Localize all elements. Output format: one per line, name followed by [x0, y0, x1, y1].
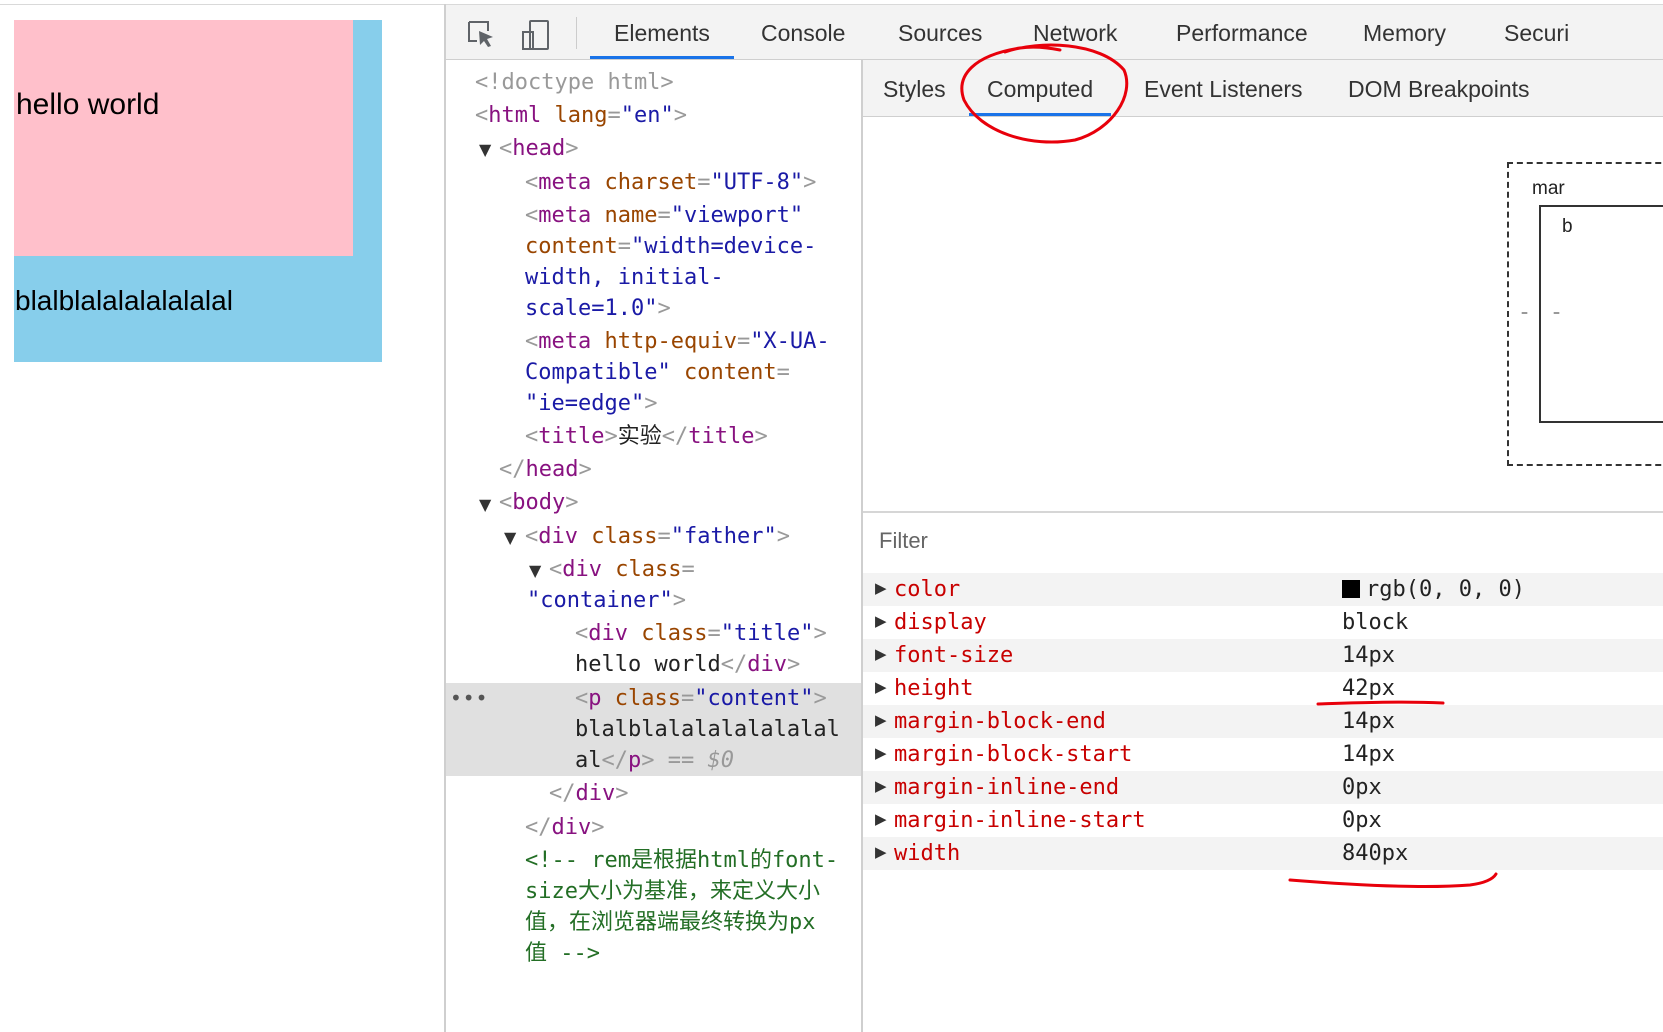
tab-security[interactable]: Securi	[1504, 5, 1569, 59]
computed-row-width[interactable]: ▶ width 840px	[863, 837, 1663, 870]
p-content-node[interactable]: <p class="content">	[575, 684, 827, 714]
collapse-triangle-icon[interactable]: ▼	[479, 495, 491, 514]
tab-memory[interactable]: Memory	[1363, 5, 1446, 59]
filter-bar	[863, 513, 1663, 569]
computed-row-margin-block-start[interactable]: ▶ margin-block-start 14px	[863, 738, 1663, 771]
tab-elements[interactable]: Elements	[590, 5, 734, 59]
tab-computed[interactable]: Computed	[968, 60, 1112, 116]
devtools-toolbar: Elements Console Sources Network Perform…	[446, 5, 1663, 60]
devtools-border	[444, 4, 446, 1032]
div-title-text: hello world</div>	[575, 652, 801, 677]
inspect-element-icon[interactable]	[466, 19, 496, 49]
tab-sources[interactable]: Sources	[898, 5, 982, 59]
tab-console[interactable]: Console	[761, 5, 845, 59]
tab-dom-breakpoints[interactable]: DOM Breakpoints	[1348, 60, 1530, 116]
collapse-triangle-icon[interactable]: ▼	[504, 528, 516, 547]
title-node[interactable]: <title>实验</title>	[525, 422, 768, 452]
expand-triangle-icon[interactable]: ▶	[875, 711, 887, 729]
meta-charset-node[interactable]: <meta charset="UTF-8">	[525, 168, 816, 198]
title-box	[14, 20, 353, 256]
width-value-underline-annotation	[1288, 872, 1498, 888]
meta-viewport-content-end: scale=1.0">	[525, 296, 671, 321]
computed-row-height[interactable]: ▶ height 42px	[863, 672, 1663, 705]
computed-row-margin-inline-end[interactable]: ▶ margin-inline-end 0px	[863, 771, 1663, 804]
tab-performance[interactable]: Performance	[1176, 5, 1308, 59]
body-node[interactable]: <body>	[499, 488, 578, 518]
comment-line-2: size大小为基准，来定义大小	[525, 879, 820, 904]
tab-network[interactable]: Network	[1033, 5, 1117, 59]
computed-row-font-size[interactable]: ▶ font-size 14px	[863, 639, 1663, 672]
styles-subtabs: Styles Computed Event Listeners DOM Brea…	[863, 60, 1663, 117]
comment-node[interactable]: <!-- rem是根据html的font-	[525, 846, 838, 876]
expand-triangle-icon[interactable]: ▶	[875, 810, 887, 828]
expand-triangle-icon[interactable]: ▶	[875, 843, 887, 861]
tab-styles[interactable]: Styles	[883, 60, 946, 116]
meta-http-equiv-cont: Compatible" content=	[525, 360, 790, 385]
hello-world-text: hello world	[16, 88, 160, 121]
meta-viewport-content-cont: width, initial-	[525, 265, 724, 290]
div-title-node[interactable]: <div class="title">	[575, 619, 827, 649]
p-content-text: blalblalalalalalalal	[575, 717, 840, 742]
box-model-border-left-value[interactable]: –	[1553, 305, 1560, 321]
computed-row-display[interactable]: ▶ display block	[863, 606, 1663, 639]
meta-http-equiv-end: "ie=edge">	[525, 391, 658, 416]
div-container-class-value: "container">	[527, 588, 686, 613]
box-model-border-label: b	[1562, 216, 1573, 237]
div-father-close[interactable]: </div>	[525, 813, 605, 843]
meta-viewport-content: content="width=device-	[525, 234, 817, 259]
content-paragraph-text: blalblalalalalalalal	[15, 285, 233, 316]
expand-triangle-icon[interactable]: ▶	[875, 744, 887, 762]
expand-triangle-icon[interactable]: ▶	[875, 612, 887, 630]
expand-triangle-icon[interactable]: ▶	[875, 678, 887, 696]
html-node[interactable]: <html lang="en">	[475, 101, 687, 131]
div-container-node[interactable]: <div class=	[549, 555, 695, 585]
collapse-triangle-icon[interactable]: ▼	[479, 140, 491, 159]
box-model-margin-left-value[interactable]: –	[1521, 305, 1528, 321]
computed-row-color[interactable]: ▶ color rgb(0, 0, 0)	[863, 573, 1663, 606]
tab-event-listeners[interactable]: Event Listeners	[1144, 60, 1303, 116]
device-toolbar-icon[interactable]	[520, 19, 550, 50]
toolbar-separator	[576, 17, 577, 49]
head-node[interactable]: <head>	[499, 134, 578, 164]
expand-triangle-icon[interactable]: ▶	[875, 777, 887, 795]
p-content-text-end: al</p> == $0	[575, 748, 734, 773]
comment-line-4: 值 -->	[525, 941, 600, 966]
meta-http-equiv-node[interactable]: <meta http-equiv="X-UA-	[525, 327, 830, 357]
div-father-node[interactable]: <div class="father">	[525, 522, 790, 552]
comment-line-3: 值，在浏览器端最终转换为px	[525, 910, 816, 935]
div-container-close[interactable]: </div>	[549, 779, 629, 809]
computed-row-margin-block-end[interactable]: ▶ margin-block-end 14px	[863, 705, 1663, 738]
head-close-node[interactable]: </head>	[499, 455, 592, 485]
expand-triangle-icon[interactable]: ▶	[875, 579, 887, 597]
box-model-margin-label: mar	[1532, 178, 1565, 199]
color-swatch-icon[interactable]	[1342, 580, 1360, 598]
filter-input[interactable]	[877, 527, 1281, 555]
meta-viewport-node[interactable]: <meta name="viewport"	[525, 201, 803, 231]
expand-triangle-icon[interactable]: ▶	[875, 645, 887, 663]
doctype-node[interactable]: <!doctype html>	[475, 68, 674, 98]
computed-row-margin-inline-start[interactable]: ▶ margin-inline-start 0px	[863, 804, 1663, 837]
node-actions-dots[interactable]: •••	[450, 686, 488, 710]
collapse-triangle-icon[interactable]: ▼	[529, 561, 541, 580]
